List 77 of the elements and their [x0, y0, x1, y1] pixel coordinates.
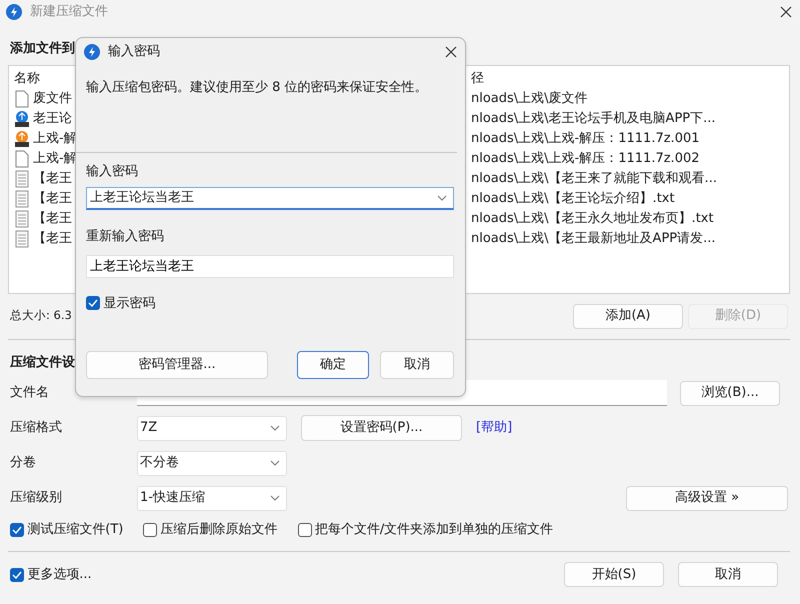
checkbox[interactable]: [10, 523, 24, 537]
file-path[interactable]: nloads\上戏\上戏-解压：1111.7z.001: [471, 128, 700, 148]
list-button[interactable]: 添加(A): [573, 304, 683, 328]
file-name[interactable]: 老王论: [33, 108, 72, 128]
select-value: 7Z: [140, 419, 158, 438]
browse-button[interactable]: 浏览(B)...: [680, 380, 780, 406]
dialog-button[interactable]: 密码管理器...: [86, 351, 268, 379]
file-path[interactable]: nloads\上戏\上戏-解压：1111.7z.002: [471, 148, 700, 168]
chevron-down-icon: [270, 495, 280, 501]
field-value: 上老王论坛当老王: [90, 189, 194, 208]
section-heading: 添加文件到: [10, 40, 75, 58]
volume-select[interactable]: 不分卷: [137, 450, 287, 476]
close-button[interactable]: [445, 46, 457, 58]
file-path[interactable]: nloads\上戏\废文件: [471, 88, 588, 108]
checkbox-label[interactable]: 显示密码: [103, 294, 156, 313]
window-title: 新建压缩文件: [30, 3, 108, 22]
section-heading: 压缩文件设: [10, 354, 75, 372]
checkbox[interactable]: [10, 568, 24, 582]
checkbox-label[interactable]: 压缩后删除原始文件: [160, 520, 278, 540]
chevron-down-icon: [270, 425, 280, 431]
dialog-title: 输入密码: [108, 43, 160, 62]
app-logo-icon: [84, 44, 100, 60]
field-label: 压缩格式: [9, 419, 63, 438]
file-path[interactable]: nloads\上戏\老王论坛手机及电脑APP下...: [471, 108, 716, 128]
footer-button[interactable]: 开始(S): [564, 562, 664, 587]
file-path[interactable]: nloads\上戏\【老王永久地址发布页】.txt: [471, 208, 714, 228]
text-file-icon: [14, 170, 30, 188]
checkbox[interactable]: [298, 523, 312, 537]
help-link[interactable]: [帮助]: [476, 418, 512, 438]
select-value: 1-快速压缩: [140, 489, 205, 508]
chevron-down-icon: [270, 460, 280, 466]
set-password-button[interactable]: 设置密码(P)...: [301, 415, 462, 441]
file-path[interactable]: nloads\上戏\【老王最新地址及APP请发...: [471, 228, 716, 248]
field-label: 重新输入密码: [85, 228, 165, 246]
file-name[interactable]: 【老王: [33, 208, 72, 228]
field-label: 输入密码: [85, 162, 139, 180]
file-icon: [14, 90, 30, 108]
archive-icon: [14, 110, 30, 128]
confirm-password-field[interactable]: 上老王论坛当老王: [86, 254, 454, 278]
file-name[interactable]: 上戏-解: [33, 128, 77, 148]
column-header[interactable]: 名称: [14, 68, 40, 88]
close-icon: [445, 46, 457, 58]
file-name[interactable]: 【老王: [33, 228, 72, 248]
file-name[interactable]: 【老王: [33, 188, 72, 208]
close-icon: [780, 6, 792, 18]
file-name[interactable]: 上戏-解: [33, 148, 77, 168]
checkbox[interactable]: [143, 523, 158, 537]
file-name[interactable]: 废文件: [33, 88, 72, 108]
checkbox[interactable]: [86, 296, 100, 310]
level-select[interactable]: 1-快速压缩: [137, 486, 287, 510]
text-file-icon: [14, 210, 30, 228]
checkbox-label[interactable]: 把每个文件/文件夹添加到单独的压缩文件: [314, 520, 554, 540]
file-icon: [14, 150, 30, 168]
advanced-settings-button[interactable]: 高级设置 »: [626, 486, 788, 510]
close-button[interactable]: [780, 6, 792, 18]
field-label: 分卷: [9, 454, 37, 472]
footer-button[interactable]: 取消: [678, 562, 778, 587]
chevron-down-icon: [437, 195, 447, 201]
archive-icon: [14, 130, 30, 148]
password-field[interactable]: 上老王论坛当老王: [86, 187, 454, 210]
total-size: 总大小: 6.3: [10, 307, 72, 324]
checkbox-label[interactable]: 更多选项...: [27, 564, 92, 584]
dialog-button[interactable]: 取消: [380, 351, 454, 379]
column-header[interactable]: 径: [471, 68, 484, 88]
select-value: 不分卷: [140, 454, 179, 472]
app-logo-icon: [6, 4, 22, 20]
field-label: 压缩级别: [9, 489, 63, 508]
dialog-message: 输入压缩包密码。建议使用至少 8 位的密码来保证安全性。: [85, 79, 429, 97]
file-path[interactable]: nloads\上戏\【老王论坛介绍】.txt: [471, 188, 675, 208]
format-select[interactable]: 7Z: [137, 416, 287, 440]
file-path[interactable]: nloads\上戏\【老王来了就能下载和观看...: [471, 168, 717, 188]
field-label: 文件名: [9, 384, 50, 402]
text-file-icon: [14, 230, 30, 248]
dialog-button[interactable]: 确定: [297, 351, 369, 379]
file-name[interactable]: 【老王: [33, 168, 72, 188]
text-file-icon: [14, 190, 30, 208]
checkbox-label[interactable]: 测试压缩文件(T): [27, 520, 124, 540]
